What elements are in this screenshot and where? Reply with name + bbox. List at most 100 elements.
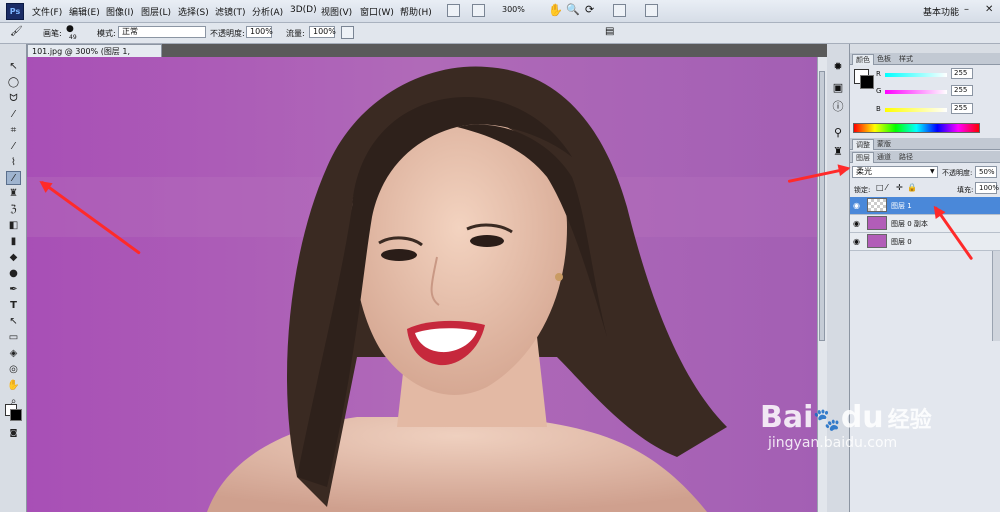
b-label: B	[876, 105, 881, 113]
blend-mode-chevron-icon[interactable]: ▼	[930, 168, 935, 175]
blend-mode-select[interactable]: 柔光	[852, 166, 938, 178]
tab-masks[interactable]: 蒙版	[874, 139, 894, 149]
crop-tool-icon[interactable]: ⌗	[6, 124, 21, 138]
menu-analysis[interactable]: 分析(A)	[252, 5, 283, 18]
menu-view[interactable]: 视图(V)	[321, 5, 352, 18]
layer-row[interactable]: ◉ 图层 0 副本	[850, 215, 1000, 233]
lock-position-icon[interactable]: ✛	[896, 183, 903, 192]
layers-scrollbar[interactable]	[992, 251, 1000, 341]
eye-icon[interactable]: ◉	[853, 219, 860, 228]
tab-swatches[interactable]: 色板	[874, 54, 894, 64]
bridge-icon[interactable]	[447, 4, 460, 17]
shape-tool-icon[interactable]: ▭	[6, 331, 21, 345]
3d-orbit-icon[interactable]: ◎	[6, 363, 21, 377]
color-bg-swatch[interactable]	[860, 75, 874, 89]
g-field[interactable]: 255	[951, 85, 973, 96]
type-tool-icon[interactable]: T	[6, 299, 21, 313]
workspace-switcher[interactable]: 基本功能	[923, 5, 959, 18]
clone-source-icon[interactable]: ⚲	[831, 126, 845, 140]
brush-tip-icon[interactable]: ●	[66, 24, 74, 34]
pen-tool-icon[interactable]: ✒	[6, 283, 21, 297]
lock-transparency-icon[interactable]: □	[876, 183, 884, 192]
brush-panel-toggle-icon[interactable]: ▤	[605, 26, 614, 37]
eyedropper-tool-icon[interactable]: ⁄	[6, 140, 21, 154]
mode-select[interactable]: 正常	[118, 26, 206, 38]
menu-select[interactable]: 选择(S)	[178, 5, 209, 18]
tab-color[interactable]: 颜色	[852, 54, 874, 65]
airbrush-icon[interactable]	[341, 26, 354, 39]
lock-all-icon[interactable]: 🔒	[907, 183, 917, 192]
stamp-icon[interactable]: ♜	[831, 145, 845, 159]
screen-mode-icon[interactable]	[645, 4, 658, 17]
layer-opacity-label: 不透明度:	[942, 169, 973, 177]
r-label: R	[876, 70, 881, 78]
arrange-documents-icon[interactable]	[613, 4, 626, 17]
paw-icon: 🐾	[813, 408, 841, 433]
tab-layers[interactable]: 图层	[852, 152, 874, 163]
close-icon[interactable]: ✕	[985, 4, 993, 15]
picture-icon[interactable]: ▣	[831, 81, 845, 95]
r-field[interactable]: 255	[951, 68, 973, 79]
eye-icon[interactable]: ◉	[853, 201, 860, 210]
layer-row[interactable]: ◉ 图层 1	[850, 197, 1000, 215]
minimize-icon[interactable]: –	[964, 4, 969, 15]
quick-mask-icon[interactable]: ◙	[6, 426, 21, 440]
healing-brush-icon[interactable]: ⌇	[6, 156, 21, 170]
menu-layer[interactable]: 图层(L)	[141, 5, 171, 18]
history-brush-icon[interactable]: ℨ	[6, 203, 21, 217]
brush-tool-preset-icon[interactable]: 🖌	[10, 26, 23, 37]
b-field[interactable]: 255	[951, 103, 973, 114]
menu-file[interactable]: 文件(F)	[32, 5, 62, 18]
zoom-level[interactable]: 300%	[502, 5, 525, 14]
clone-stamp-icon[interactable]: ♜	[6, 187, 21, 201]
opacity-field[interactable]: 100%	[246, 26, 273, 38]
tab-adjustments[interactable]: 调整	[852, 139, 874, 150]
flow-field[interactable]: 100%	[309, 26, 336, 38]
r-slider[interactable]	[885, 73, 947, 77]
sun-brightness-icon[interactable]: ✹	[831, 60, 845, 74]
view-extras-icon[interactable]	[472, 4, 485, 17]
lock-pixels-icon[interactable]: ⁄	[886, 183, 887, 192]
fill-field[interactable]: 100%	[975, 182, 999, 194]
3d-rotate-icon[interactable]: ◈	[6, 347, 21, 361]
menu-help[interactable]: 帮助(H)	[400, 5, 432, 18]
scrollbar-thumb[interactable]	[819, 71, 825, 341]
tab-channels[interactable]: 通道	[874, 152, 894, 162]
menu-edit[interactable]: 编辑(E)	[69, 5, 100, 18]
lasso-tool-icon[interactable]: ᗢ	[6, 92, 21, 106]
color-spectrum[interactable]	[853, 123, 980, 133]
hand-tool-icon-2[interactable]: ✋	[6, 379, 21, 393]
brush-tool-icon[interactable]: ⁄	[6, 171, 21, 185]
tab-styles[interactable]: 样式	[896, 54, 916, 64]
quick-selection-icon[interactable]: ⁄	[6, 108, 21, 122]
watermark-brand: Bai	[760, 400, 814, 435]
watermark-brand-cn: 经验	[887, 408, 932, 433]
color-panel-tabs: 颜色 色板 样式	[850, 53, 1000, 65]
hand-tool-icon[interactable]: ✋	[548, 3, 563, 17]
menu-image[interactable]: 图像(I)	[106, 5, 134, 18]
eraser-tool-icon[interactable]: ◧	[6, 219, 21, 233]
gradient-tool-icon[interactable]: ▮	[6, 235, 21, 249]
menu-filter[interactable]: 滤镜(T)	[215, 5, 246, 18]
g-slider[interactable]	[885, 90, 947, 94]
layer-row[interactable]: ◉ 图层 0	[850, 233, 1000, 251]
dodge-tool-icon[interactable]: ●	[6, 267, 21, 281]
marquee-tool-icon[interactable]: ◯	[6, 76, 21, 90]
path-selection-icon[interactable]: ↖	[6, 315, 21, 329]
eye-icon[interactable]: ◉	[853, 237, 860, 246]
menu-3d[interactable]: 3D(D)	[290, 5, 317, 15]
tab-paths[interactable]: 路径	[896, 152, 916, 162]
info-icon[interactable]: ⓘ	[831, 100, 845, 114]
background-color-swatch[interactable]	[10, 409, 22, 421]
rotate-view-icon[interactable]: ⟳	[585, 3, 594, 16]
document-tab[interactable]: 101.jpg @ 300% (图层 1, RGB/8#) *	[27, 44, 162, 69]
menu-window[interactable]: 窗口(W)	[360, 5, 394, 18]
menu-bar: Ps 文件(F) 编辑(E) 图像(I) 图层(L) 选择(S) 滤镜(T) 分…	[0, 0, 1000, 23]
blur-tool-icon[interactable]: ◆	[6, 251, 21, 265]
b-slider[interactable]	[885, 108, 947, 112]
zoom-tool-icon[interactable]: 🔍	[566, 3, 580, 16]
layers-panel-tabs: 图层 通道 路径	[850, 151, 1000, 163]
layer-opacity-field[interactable]: 50%	[975, 166, 997, 178]
document-canvas[interactable]	[27, 57, 817, 512]
move-tool-icon[interactable]: ↖	[6, 60, 21, 74]
